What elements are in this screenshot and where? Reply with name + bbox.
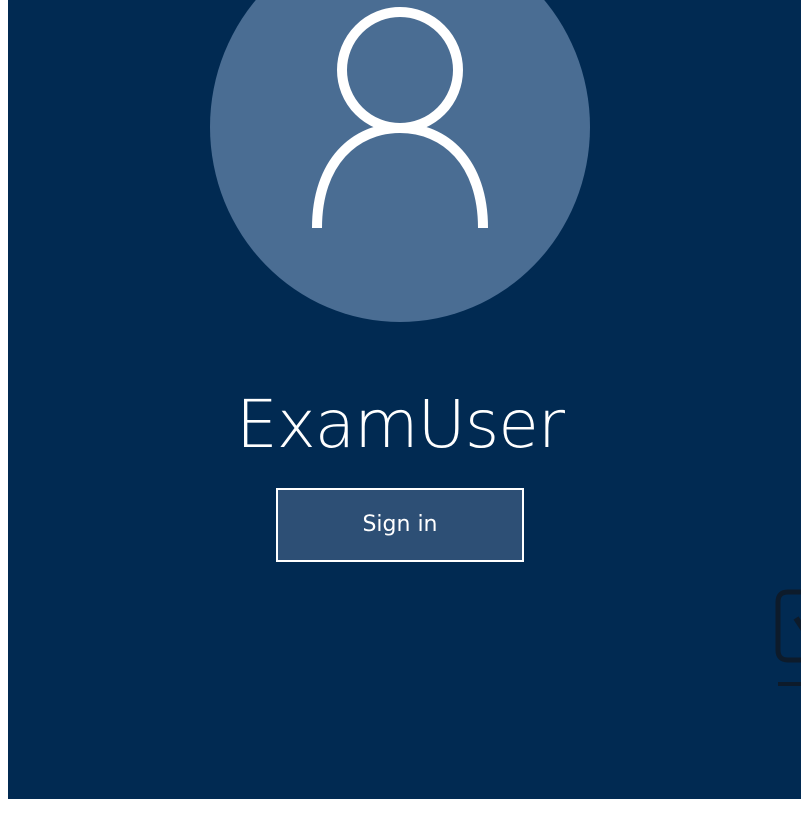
sign-in-button[interactable]: Sign in	[276, 488, 524, 562]
user-avatar	[210, 0, 590, 322]
partial-device-icon[interactable]	[770, 588, 801, 688]
user-silhouette-icon	[312, 7, 488, 229]
username-label: ExamUser	[236, 386, 565, 463]
lock-screen: ExamUser Sign in	[8, 0, 801, 799]
